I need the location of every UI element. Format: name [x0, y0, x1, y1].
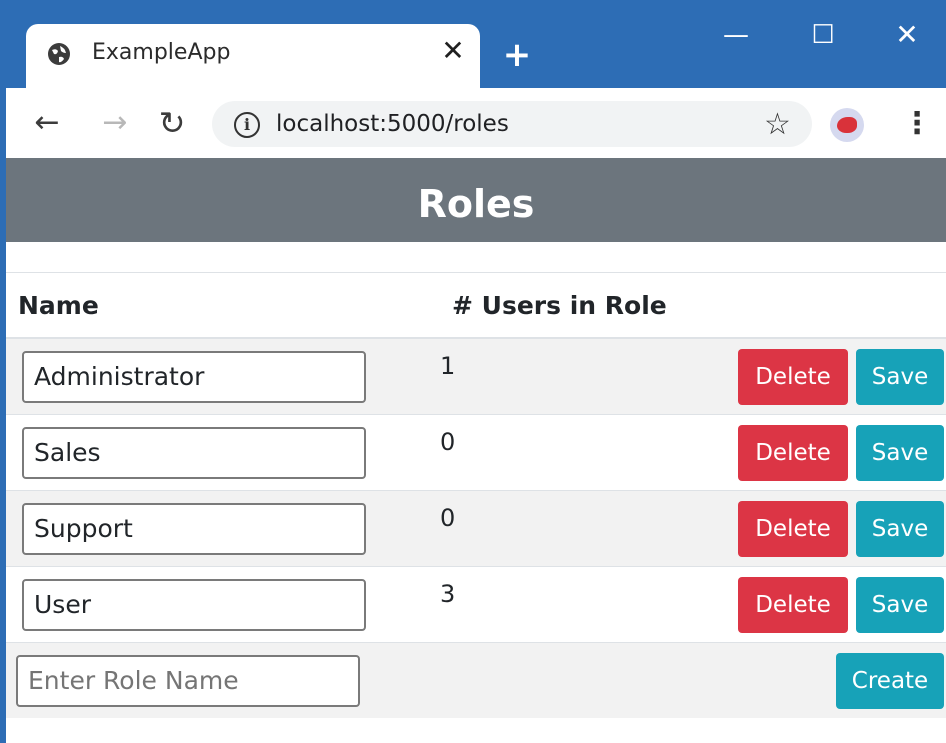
- user-count: 3: [440, 580, 456, 608]
- maximize-button[interactable]: ☐: [803, 20, 843, 50]
- info-icon[interactable]: i: [234, 112, 260, 138]
- role-name-input[interactable]: [22, 502, 366, 555]
- new-role-name-input[interactable]: [16, 654, 360, 707]
- tab-title: ExampleApp: [92, 40, 231, 65]
- delete-button[interactable]: Delete: [738, 500, 848, 557]
- address-bar[interactable]: i localhost:5000/roles ☆: [212, 101, 812, 147]
- create-button[interactable]: Create: [836, 652, 944, 709]
- new-tab-button[interactable]: +: [500, 38, 534, 72]
- delete-button[interactable]: Delete: [738, 576, 848, 633]
- save-button[interactable]: Save: [856, 348, 944, 405]
- delete-button[interactable]: Delete: [738, 348, 848, 405]
- table-header-row: Name # Users in Role: [6, 272, 946, 339]
- role-name-input[interactable]: [22, 578, 366, 631]
- page-content: Roles Name # Users in Role 1 DeleteSave: [6, 158, 946, 743]
- table-row: 3 DeleteSave: [6, 566, 946, 643]
- browser-tab[interactable]: ExampleApp ✕: [26, 24, 480, 88]
- column-header-users: # Users in Role: [440, 272, 704, 339]
- bookmark-star-icon[interactable]: ☆: [764, 107, 791, 142]
- user-count: 0: [440, 504, 456, 532]
- url-text[interactable]: localhost:5000/roles: [276, 111, 509, 137]
- kebab-menu-icon[interactable]: ⋮: [902, 104, 932, 144]
- reload-icon[interactable]: ↻: [155, 106, 189, 140]
- tab-close-icon[interactable]: ✕: [436, 34, 470, 68]
- column-header-actions: [703, 272, 946, 339]
- role-name-input[interactable]: [22, 350, 366, 403]
- close-window-button[interactable]: ✕: [887, 20, 927, 50]
- delete-button[interactable]: Delete: [738, 424, 848, 481]
- forward-arrow-icon[interactable]: →: [98, 106, 132, 140]
- table-row: 0 DeleteSave: [6, 414, 946, 491]
- page-title: Roles: [417, 182, 535, 226]
- bird-icon: [837, 117, 857, 133]
- globe-icon: [46, 41, 72, 67]
- roles-table: Name # Users in Role 1 DeleteSave: [6, 272, 946, 718]
- create-row: Create: [6, 642, 946, 718]
- user-count: 1: [440, 352, 456, 380]
- role-name-input[interactable]: [22, 426, 366, 479]
- title-bar: ExampleApp ✕ + — ☐ ✕: [6, 6, 946, 88]
- column-header-name: Name: [6, 272, 440, 339]
- save-button[interactable]: Save: [856, 500, 944, 557]
- profile-avatar[interactable]: [830, 108, 864, 142]
- page-header: Roles: [6, 158, 946, 242]
- browser-toolbar: ← → ↻ i localhost:5000/roles ☆ ⋮: [6, 88, 946, 158]
- minimize-button[interactable]: —: [716, 20, 756, 50]
- table-row: 0 DeleteSave: [6, 490, 946, 567]
- back-arrow-icon[interactable]: ←: [30, 106, 64, 140]
- browser-window: ExampleApp ✕ + — ☐ ✕ ← → ↻ i localhost:5…: [6, 6, 946, 743]
- table-row: 1 DeleteSave: [6, 337, 946, 415]
- save-button[interactable]: Save: [856, 576, 944, 633]
- save-button[interactable]: Save: [856, 424, 944, 481]
- user-count: 0: [440, 428, 456, 456]
